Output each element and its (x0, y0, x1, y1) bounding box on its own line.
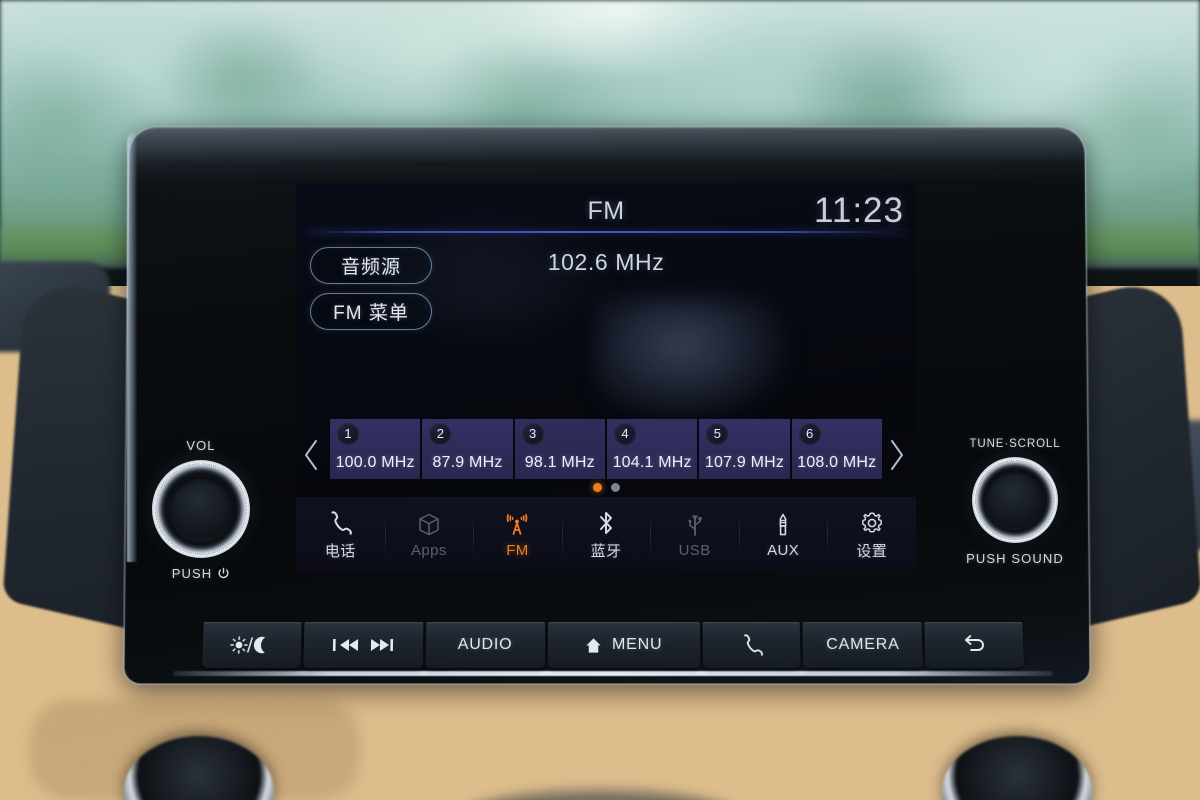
chrome-trim-strip (173, 671, 1053, 676)
fm-menu-label: FM 菜单 (333, 303, 409, 324)
nav-item-settings[interactable]: 设置 (827, 497, 916, 573)
tune-scroll-knob-label: TUNE·SCROLL (969, 438, 1061, 450)
back-arrow-icon (962, 634, 987, 656)
preset-frequency: 100.0 MHz (335, 454, 415, 471)
preset-tile[interactable]: 2 87.9 MHz (422, 419, 513, 479)
tune-scroll-knob[interactable] (972, 457, 1058, 543)
phone-icon (328, 509, 353, 536)
tune-scroll-knob-assembly: TUNE·SCROLL PUSH SOUND (955, 438, 1075, 566)
brightness-day-night-icon (228, 634, 275, 656)
housing-chrome-edge (127, 132, 137, 562)
touchscreen-display[interactable]: FM 11:23 音频源 FM 菜单 102.6 MHz 1 100.0 MHz… (296, 183, 916, 573)
nav-item-fm[interactable]: FM (473, 497, 562, 573)
infotainment-head-unit: FM 11:23 音频源 FM 菜单 102.6 MHz 1 100.0 MHz… (124, 126, 1090, 684)
push-label: PUSH (171, 566, 213, 581)
prev-next-track-icon (327, 635, 399, 655)
display-brightness-button[interactable] (202, 622, 302, 668)
knob-knurling (974, 459, 1056, 541)
audio-button[interactable]: AUDIO (425, 622, 545, 668)
power-icon (217, 567, 230, 580)
volume-knob-assembly: VOL PUSH (141, 438, 261, 581)
nav-label: AUX (767, 542, 800, 559)
preset-number: 1 (337, 423, 359, 445)
audio-button-label: AUDIO (457, 636, 513, 653)
preset-number: 5 (706, 423, 729, 445)
preset-tile[interactable]: 3 98.1 MHz (514, 419, 605, 479)
push-sound-label: PUSH SOUND (966, 551, 1064, 566)
volume-push-label-row: PUSH (141, 566, 261, 581)
page-indicator (296, 483, 916, 492)
preset-number: 6 (798, 423, 821, 445)
preset-frequency: 98.1 MHz (524, 454, 595, 471)
preset-section: 1 100.0 MHz 2 87.9 MHz 3 98.1 MHz 4 104.… (296, 419, 916, 497)
nav-label: USB (678, 542, 711, 559)
preset-number: 4 (613, 423, 636, 445)
clock: 11:23 (814, 191, 904, 230)
back-button[interactable] (924, 622, 1024, 668)
volume-knob-label: VOL (186, 438, 216, 453)
radio-tower-icon (503, 511, 531, 538)
phone-button[interactable] (702, 622, 801, 668)
bluetooth-icon (595, 509, 617, 536)
usb-icon (685, 511, 705, 538)
apps-cube-icon (417, 511, 441, 538)
page-dot[interactable] (610, 483, 620, 492)
nav-label: 蓝牙 (590, 543, 622, 560)
nav-label: FM (506, 542, 529, 559)
volume-knob[interactable] (152, 460, 250, 558)
nav-label: 电话 (324, 543, 356, 560)
track-skip-button[interactable] (303, 622, 423, 668)
menu-button-label: MENU (612, 636, 663, 653)
menu-button[interactable]: MENU (547, 622, 701, 668)
preset-prev-arrow[interactable] (300, 437, 326, 477)
preset-number: 3 (521, 423, 544, 445)
preset-frequency: 108.0 MHz (797, 454, 877, 471)
current-frequency: 102.6 MHz (547, 249, 665, 275)
preset-tile[interactable]: 5 107.9 MHz (699, 419, 790, 479)
camera-button[interactable]: CAMERA (803, 622, 923, 668)
camera-button-label: CAMERA (826, 636, 900, 653)
header-divider (306, 231, 906, 233)
page-dot-active[interactable] (592, 483, 602, 492)
nav-item-apps[interactable]: Apps (384, 497, 474, 573)
preset-frequency: 87.9 MHz (432, 454, 503, 471)
knob-knurling (154, 462, 248, 556)
preset-tile[interactable]: 4 104.1 MHz (606, 419, 698, 479)
screen-reflection (596, 298, 786, 418)
source-navigation-bar: 电话 Apps FM 蓝牙 USB AUX 设置 (296, 497, 916, 573)
nav-item-phone[interactable]: 电话 (296, 497, 385, 573)
preset-frequency: 104.1 MHz (612, 454, 692, 471)
preset-tile[interactable]: 1 100.0 MHz (330, 419, 421, 479)
nav-item-bluetooth[interactable]: 蓝牙 (561, 497, 651, 573)
fm-menu-button[interactable]: FM 菜单 (310, 293, 432, 330)
vehicle-interior-scene: FM 11:23 音频源 FM 菜单 102.6 MHz 1 100.0 MHz… (0, 0, 1200, 800)
preset-tile[interactable]: 6 108.0 MHz (791, 419, 882, 479)
preset-next-arrow[interactable] (886, 437, 912, 477)
preset-list: 1 100.0 MHz 2 87.9 MHz 3 98.1 MHz 4 104.… (330, 419, 882, 479)
phone-icon (741, 633, 763, 657)
home-icon (585, 637, 602, 654)
nav-label: Apps (410, 542, 447, 559)
hardware-button-row: AUDIO MENU CAMERA (202, 622, 1024, 668)
aux-jack-icon (773, 511, 793, 538)
nav-label: 设置 (856, 543, 888, 560)
preset-frequency: 107.9 MHz (704, 454, 785, 471)
nav-item-usb[interactable]: USB (650, 497, 739, 573)
nav-item-aux[interactable]: AUX (738, 497, 828, 573)
gear-icon (859, 509, 885, 536)
preset-number: 2 (429, 423, 452, 445)
